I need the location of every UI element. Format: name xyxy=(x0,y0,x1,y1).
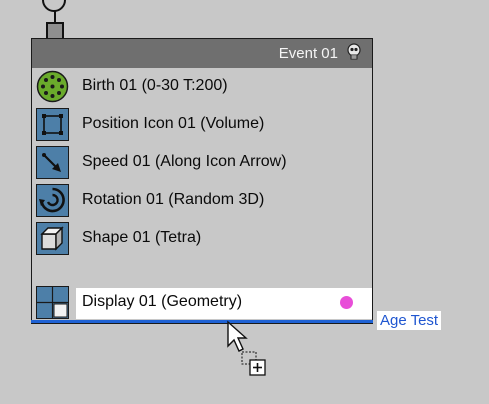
operator-display[interactable]: Display 01 (Geometry) xyxy=(32,285,372,321)
operator-speed[interactable]: Speed 01 (Along Icon Arrow) xyxy=(32,145,372,181)
display-icon xyxy=(36,286,69,319)
operator-label: Position Icon 01 (Volume) xyxy=(82,115,265,132)
drag-test-label: Age Test xyxy=(377,311,442,330)
event-title: Event 01 xyxy=(278,45,338,62)
birth-icon xyxy=(36,70,69,103)
operator-shape[interactable]: Shape 01 (Tetra) xyxy=(32,221,372,257)
event-input-socket[interactable] xyxy=(42,0,66,12)
position-icon xyxy=(36,108,69,141)
operator-rotation[interactable]: Rotation 01 (Random 3D) xyxy=(32,183,372,219)
operator-birth[interactable]: Birth 01 (0-30 T:200) xyxy=(32,69,372,105)
operator-label: Shape 01 (Tetra) xyxy=(82,229,202,246)
light-bulb-icon[interactable] xyxy=(345,43,363,61)
speed-icon xyxy=(36,146,69,179)
operator-label: Rotation 01 (Random 3D) xyxy=(82,191,265,208)
operator-label: Display 01 (Geometry) xyxy=(82,293,243,310)
display-color-swatch[interactable] xyxy=(340,296,353,309)
drag-copy-cursor-icon xyxy=(227,320,266,376)
operator-position-icon[interactable]: Position Icon 01 (Volume) xyxy=(32,107,372,143)
event-panel[interactable]: Event 01 Birth 01 (0-30 T:200) Position … xyxy=(31,38,373,324)
rotation-icon xyxy=(36,184,69,217)
shape-icon xyxy=(36,222,69,255)
operator-label: Speed 01 (Along Icon Arrow) xyxy=(82,153,287,170)
event-header[interactable]: Event 01 xyxy=(32,39,372,68)
drop-insertion-indicator xyxy=(31,320,373,323)
operator-label: Birth 01 (0-30 T:200) xyxy=(82,77,228,94)
particle-view-canvas[interactable]: Event 01 Birth 01 (0-30 T:200) Position … xyxy=(0,0,489,404)
